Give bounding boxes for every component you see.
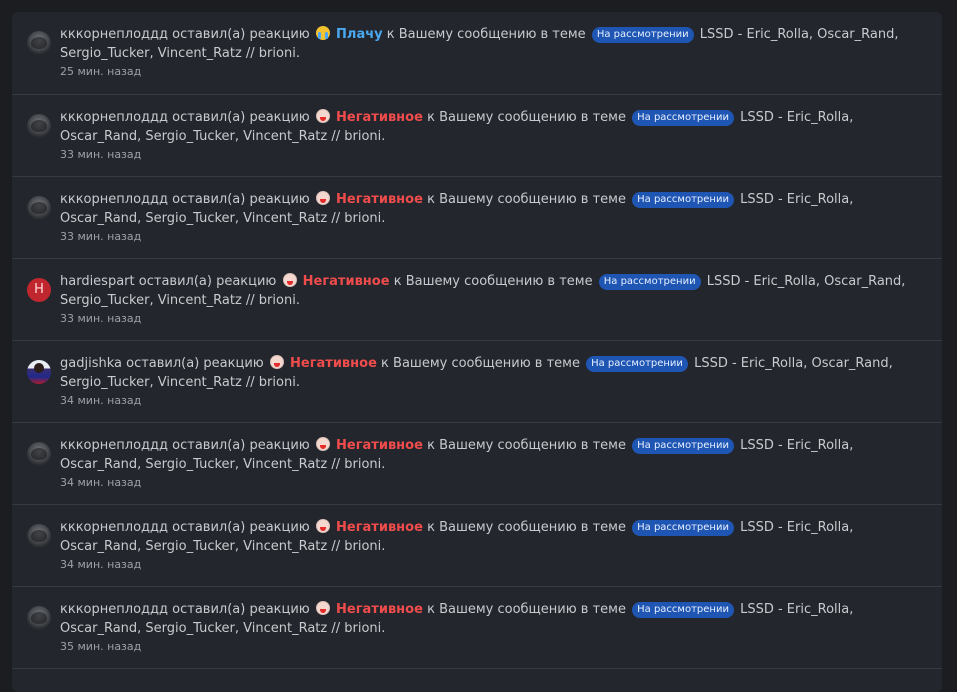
message-link[interactable]: Вашему сообщению в теме [439, 602, 626, 617]
reaction-name: Плачу [336, 27, 383, 42]
alerts-panel: кккорнеплоддд оставил(а) реакцию Плачу к… [12, 12, 942, 692]
preposition-text: к [393, 274, 402, 289]
status-badge: На рассмотрении [632, 192, 734, 208]
message-link[interactable]: Вашему сообщению в теме [439, 520, 626, 535]
reaction-name: Негативное [336, 520, 423, 535]
message-link[interactable]: Вашему сообщению в теме [399, 27, 586, 42]
action-text: оставил(а) реакцию [172, 192, 310, 207]
alert-content: кккорнеплоддд оставил(а) реакцию Негатив… [60, 518, 930, 574]
status-badge: На рассмотрении [632, 602, 734, 618]
alert-item[interactable]: кккорнеплоддд оставил(а) реакцию Негатив… [12, 95, 942, 177]
user-avatar[interactable] [27, 196, 51, 220]
clown-emoji-icon [315, 519, 330, 533]
reaction-name: Негативное [336, 110, 423, 125]
username-link[interactable]: кккорнеплоддд [60, 602, 168, 617]
action-text: оставил(а) реакцию [172, 110, 310, 125]
reaction-name: Негативное [336, 602, 423, 617]
action-text: оставил(а) реакцию [126, 356, 264, 371]
status-badge: На рассмотрении [632, 438, 734, 454]
status-badge: На рассмотрении [598, 274, 701, 290]
timestamp: 34 мин. назад [60, 394, 142, 407]
action-text: оставил(а) реакцию [172, 520, 310, 535]
alert-item[interactable]: gadjishka оставил(а) реакцию Негативное … [12, 341, 942, 423]
user-avatar[interactable] [27, 31, 51, 55]
username-link[interactable]: кккорнеплоддд [60, 110, 168, 125]
timestamp: 34 мин. назад [60, 558, 142, 571]
alert-content: кккорнеплоддд оставил(а) реакцию Негатив… [60, 108, 930, 164]
clown-emoji-icon [315, 601, 330, 615]
timestamp: 33 мин. назад [60, 148, 142, 161]
status-badge: На рассмотрении [632, 110, 734, 126]
alert-content: кккорнеплоддд оставил(а) реакцию Негатив… [60, 600, 930, 656]
action-text: оставил(а) реакцию [172, 27, 310, 42]
alert-item[interactable]: кккорнеплоддд оставил(а) реакцию Плачу к… [12, 12, 942, 95]
message-link[interactable]: Вашему сообщению в теме [439, 438, 626, 453]
message-link[interactable]: Вашему сообщению в теме [393, 356, 580, 371]
alert-item[interactable]: кккорнеплоддд оставил(а) реакцию Негатив… [12, 587, 942, 669]
action-text: оставил(а) реакцию [172, 438, 310, 453]
clown-emoji-icon [315, 191, 330, 205]
preposition-text: к [427, 192, 435, 207]
alert-item[interactable]: кккорнеплоддд оставил(а) реакцию Негатив… [12, 177, 942, 259]
preposition-text: к [427, 602, 435, 617]
alert-content: кккорнеплоддд оставил(а) реакцию Плачу к… [60, 25, 930, 81]
clown-emoji-icon [315, 109, 330, 123]
message-link[interactable]: Вашему сообщению в теме [439, 110, 626, 125]
user-avatar[interactable] [27, 442, 51, 466]
action-text: оставил(а) реакцию [172, 602, 310, 617]
preposition-text: к [427, 110, 435, 125]
alert-content: кккорнеплоддд оставил(а) реакцию Негатив… [60, 436, 930, 492]
user-avatar[interactable] [27, 360, 51, 384]
timestamp: 33 мин. назад [60, 230, 142, 243]
status-badge: На рассмотрении [591, 27, 694, 43]
username-link[interactable]: hardiespart [60, 274, 135, 289]
reaction-name: Негативное [302, 274, 390, 289]
username-link[interactable]: кккорнеплоддд [60, 438, 168, 453]
username-link[interactable]: кккорнеплоддд [60, 520, 168, 535]
reaction-name: Негативное [336, 438, 423, 453]
user-avatar[interactable] [27, 524, 51, 548]
reaction-name: Негативное [336, 192, 423, 207]
alert-content: кккорнеплоддд оставил(а) реакцию Негатив… [60, 190, 930, 246]
username-link[interactable]: gadjishka [60, 356, 122, 371]
alert-item[interactable]: кккорнеплоддд оставил(а) реакцию Негатив… [12, 423, 942, 505]
alert-item[interactable]: H hardiespart оставил(а) реакцию Негатив… [12, 259, 942, 341]
user-avatar[interactable]: H [27, 278, 51, 302]
status-badge: На рассмотрении [586, 356, 688, 372]
reaction-name: Негативное [290, 356, 377, 371]
clown-emoji-icon [315, 437, 330, 451]
preposition-text: к [381, 356, 389, 371]
username-link[interactable]: кккорнеплоддд [60, 27, 168, 42]
user-avatar[interactable] [27, 606, 51, 630]
action-text: оставил(а) реакцию [138, 274, 277, 289]
crying-emoji-icon [315, 26, 330, 40]
message-link[interactable]: Вашему сообщению в теме [406, 274, 593, 289]
status-badge: На рассмотрении [632, 520, 734, 536]
message-link[interactable]: Вашему сообщению в теме [439, 192, 626, 207]
timestamp: 33 мин. назад [60, 312, 142, 325]
timestamp: 34 мин. назад [60, 476, 142, 489]
alert-content: hardiespart оставил(а) реакцию Негативно… [60, 272, 930, 328]
timestamp: 25 мин. назад [60, 65, 142, 78]
preposition-text: к [386, 27, 395, 42]
alert-content: gadjishka оставил(а) реакцию Негативное … [60, 354, 930, 410]
clown-emoji-icon [282, 273, 297, 287]
clown-emoji-icon [269, 355, 284, 369]
preposition-text: к [427, 438, 435, 453]
user-avatar[interactable] [27, 114, 51, 138]
username-link[interactable]: кккорнеплоддд [60, 192, 168, 207]
alert-item[interactable]: кккорнеплоддд оставил(а) реакцию Негатив… [12, 505, 942, 587]
preposition-text: к [427, 520, 435, 535]
timestamp: 35 мин. назад [60, 640, 142, 653]
